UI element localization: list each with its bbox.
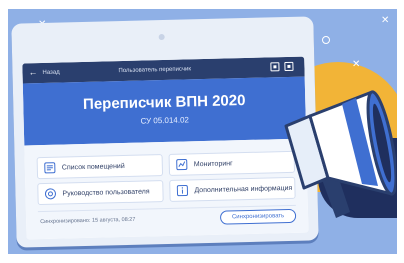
app-version: СУ 05.014.02 bbox=[140, 115, 190, 126]
back-button[interactable]: Назад bbox=[42, 70, 59, 76]
screen-title: Пользователь переписчик bbox=[118, 66, 192, 75]
app-title: Переписчик ВПН 2020 bbox=[82, 92, 246, 113]
save-icon[interactable] bbox=[284, 61, 294, 72]
guide-icon bbox=[44, 188, 56, 200]
tablet-device: ← Назад Пользователь переписчик Переписч… bbox=[11, 16, 319, 248]
document-icon[interactable] bbox=[270, 62, 280, 72]
illustration-scene: ✕ ✕ ✕ ✕ ← Назад Пользователь переписчик … bbox=[0, 0, 404, 263]
app-header: Переписчик ВПН 2020 СУ 05.014.02 bbox=[22, 76, 307, 146]
ring-icon bbox=[322, 36, 330, 44]
card-label: Руководство пользователя bbox=[62, 187, 150, 198]
premises-list-button[interactable]: Список помещений bbox=[36, 154, 164, 180]
user-guide-button[interactable]: Руководство пользователя bbox=[37, 180, 164, 206]
sparkle-icon: ✕ bbox=[352, 59, 361, 70]
app-screen: ← Назад Пользователь переписчик Переписч… bbox=[22, 56, 309, 240]
menu-area: Список помещений Мониторинг Руководство … bbox=[24, 138, 309, 240]
card-label: Список помещений bbox=[61, 162, 125, 172]
list-icon bbox=[44, 162, 56, 174]
sparkle-icon: ✕ bbox=[381, 15, 390, 26]
megaphone-icon bbox=[284, 90, 396, 218]
camera-icon bbox=[158, 33, 165, 41]
info-icon bbox=[176, 185, 189, 197]
monitoring-icon bbox=[176, 159, 188, 171]
sync-status: Синхронизировано: 15 августа, 08:27 bbox=[40, 216, 136, 226]
back-arrow-icon[interactable]: ← bbox=[28, 67, 37, 77]
card-label: Мониторинг bbox=[193, 159, 233, 168]
